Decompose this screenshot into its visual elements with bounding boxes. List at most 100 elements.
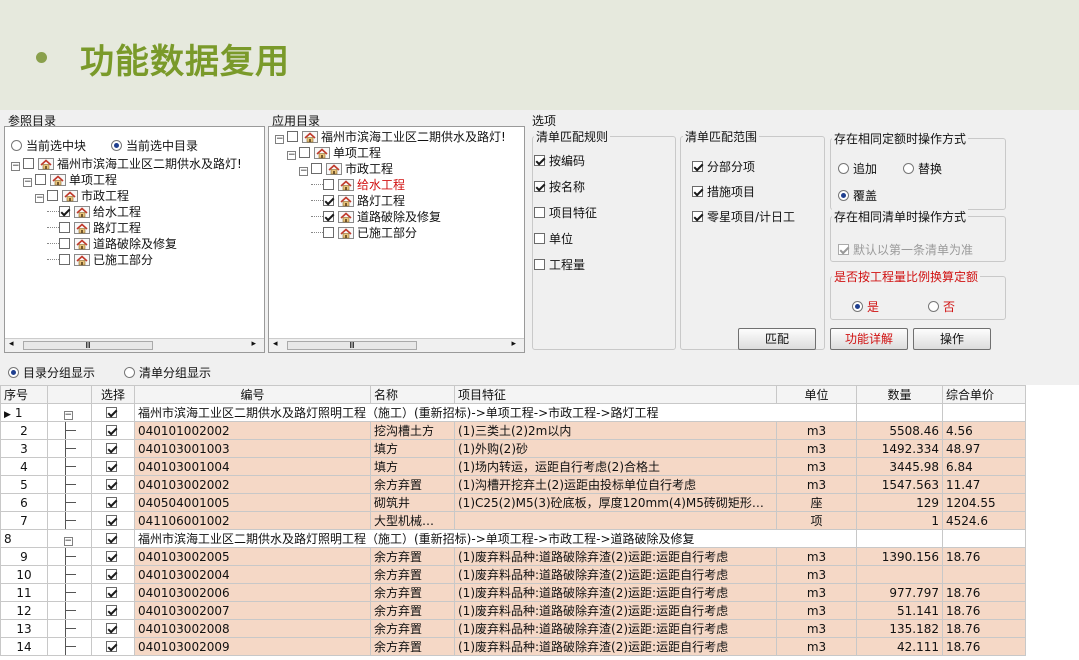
- table-row[interactable]: 4 040103001004 填方 (1)场内转运，运距自行考虑(2)合格土 m3 344…: [0, 457, 1026, 476]
- ref-tree-node[interactable]: − 福州市滨海工业区二期供水及路灯!: [11, 156, 242, 172]
- app-tree-node[interactable]: − 市政工程: [299, 161, 393, 177]
- select-cell[interactable]: [91, 619, 135, 638]
- checkbox-icon[interactable]: [311, 163, 322, 174]
- unit-cell[interactable]: 座: [776, 493, 857, 512]
- unit-cell[interactable]: m3: [776, 583, 857, 602]
- feature-cell[interactable]: (1)废弃料品种:道路破除弃渣(2)运距:运距自行考虑: [454, 583, 777, 602]
- table-row[interactable]: 12 040103002007 余方弃置 (1)废弃料品种:道路破除弃渣(2)运距:运…: [0, 601, 1026, 620]
- feature-cell[interactable]: (1)废弃料品种:道路破除弃渣(2)运距:运距自行考虑: [454, 601, 777, 620]
- cb-unit[interactable]: 单位: [534, 230, 573, 247]
- radio-ratio-no[interactable]: 否: [928, 298, 955, 315]
- unit-cell[interactable]: m3: [776, 439, 857, 458]
- select-cell[interactable]: [91, 547, 135, 566]
- cb-misc-items[interactable]: 零星项目/计日工: [692, 208, 795, 225]
- unit-cell[interactable]: m3: [776, 547, 857, 566]
- tree-cell[interactable]: −: [47, 403, 92, 422]
- code-cell[interactable]: 040103002009: [134, 637, 371, 656]
- app-tree-node[interactable]: 给水工程: [311, 177, 405, 193]
- ref-tree-node[interactable]: − 单项工程: [23, 172, 117, 188]
- feature-cell[interactable]: (1)外购(2)砂: [454, 439, 777, 458]
- qty-cell[interactable]: 1: [856, 511, 943, 530]
- qty-cell[interactable]: 135.182: [856, 619, 943, 638]
- table-row[interactable]: 3 040103001003 填方 (1)外购(2)砂 m3 1492.334 48.97: [0, 439, 1026, 458]
- feature-cell[interactable]: (1)C25(2)M5(3)砼底板，厚度120mm(4)M5砖砌矩形…: [454, 493, 777, 512]
- qty-cell[interactable]: 1390.156: [856, 547, 943, 566]
- checkbox-icon[interactable]: [323, 179, 334, 190]
- checkbox-icon[interactable]: [105, 568, 117, 580]
- code-cell[interactable]: 040103002002: [134, 475, 371, 494]
- code-cell[interactable]: 040103002008: [134, 619, 371, 638]
- price-cell[interactable]: 18.76: [942, 619, 1026, 638]
- code-cell[interactable]: 040103002007: [134, 601, 371, 620]
- price-cell[interactable]: 1204.55: [942, 493, 1026, 512]
- radio-ratio-yes[interactable]: 是: [852, 298, 879, 315]
- select-cell[interactable]: [91, 421, 135, 440]
- collapse-icon[interactable]: −: [63, 536, 73, 546]
- select-cell[interactable]: [91, 637, 135, 656]
- scroll-right-icon[interactable]: ▸: [251, 339, 256, 349]
- radio-append[interactable]: 追加: [838, 160, 877, 177]
- col-qty[interactable]: 数量: [856, 385, 943, 404]
- feature-cell[interactable]: (1)三类土(2)2m以内: [454, 421, 777, 440]
- cb-by-code[interactable]: 按编码: [534, 152, 585, 169]
- feature-cell[interactable]: (1)沟槽开挖弃土(2)运距由投标单位自行考虑: [454, 475, 777, 494]
- app-tree-node[interactable]: 路灯工程: [311, 193, 405, 209]
- feature-cell[interactable]: [454, 511, 777, 530]
- price-cell[interactable]: 48.97: [942, 439, 1026, 458]
- ref-tree-node[interactable]: 给水工程: [47, 204, 141, 220]
- unit-cell[interactable]: 项: [776, 511, 857, 530]
- group-row[interactable]: ▶ 1 − 福州市滨海工业区二期供水及路灯照明工程（施工）(重新招标)->单项工程->…: [0, 403, 1026, 422]
- cb-quantity[interactable]: 工程量: [534, 256, 585, 273]
- table-row[interactable]: 11 040103002006 余方弃置 (1)废弃料品种:道路破除弃渣(2)运距:运…: [0, 583, 1026, 602]
- ref-tree-node[interactable]: 已施工部分: [47, 252, 153, 268]
- checkbox-icon[interactable]: [59, 254, 70, 265]
- col-no[interactable]: 序号: [0, 385, 48, 404]
- table-row[interactable]: 10 040103002004 余方弃置 (1)废弃料品种:道路破除弃渣(2)运距:运…: [0, 565, 1026, 584]
- qty-cell[interactable]: 1547.563: [856, 475, 943, 494]
- code-cell[interactable]: 040103001003: [134, 439, 371, 458]
- match-button[interactable]: 匹配: [738, 328, 816, 350]
- qty-cell[interactable]: 129: [856, 493, 943, 512]
- collapse-icon[interactable]: −: [287, 151, 296, 160]
- name-cell[interactable]: 砌筑井: [370, 493, 455, 512]
- scroll-left-icon[interactable]: ◂: [9, 339, 14, 349]
- ref-tree-node[interactable]: 道路破除及修复: [47, 236, 177, 252]
- code-cell[interactable]: 040101002002: [134, 421, 371, 440]
- cb-by-name[interactable]: 按名称: [534, 178, 585, 195]
- checkbox-icon[interactable]: [105, 478, 117, 490]
- col-name[interactable]: 名称: [370, 385, 455, 404]
- app-tree-node[interactable]: 道路破除及修复: [311, 209, 441, 225]
- name-cell[interactable]: 余方弃置: [370, 565, 455, 584]
- price-cell[interactable]: 18.76: [942, 601, 1026, 620]
- checkbox-icon[interactable]: [105, 424, 117, 436]
- cb-default-first[interactable]: 默认以第一条清单为准: [838, 241, 973, 258]
- radio-replace[interactable]: 替换: [903, 160, 942, 177]
- checkbox-icon[interactable]: [105, 514, 117, 526]
- checkbox-icon[interactable]: [299, 147, 310, 158]
- scroll-left-icon[interactable]: ◂: [273, 339, 278, 349]
- checkbox-icon[interactable]: [323, 227, 334, 238]
- qty-cell[interactable]: 5508.46: [856, 421, 943, 440]
- collapse-icon[interactable]: −: [275, 135, 284, 144]
- price-cell[interactable]: 6.84: [942, 457, 1026, 476]
- name-cell[interactable]: 余方弃置: [370, 619, 455, 638]
- qty-cell[interactable]: 42.111: [856, 637, 943, 656]
- name-cell[interactable]: 余方弃置: [370, 583, 455, 602]
- select-cell[interactable]: [91, 403, 135, 422]
- feature-cell[interactable]: (1)废弃料品种:道路破除弃渣(2)运距:运距自行考虑: [454, 547, 777, 566]
- select-cell[interactable]: [91, 601, 135, 620]
- price-cell[interactable]: 11.47: [942, 475, 1026, 494]
- feature-cell[interactable]: (1)场内转运，运距自行考虑(2)合格土: [454, 457, 777, 476]
- checkbox-icon[interactable]: [105, 550, 117, 562]
- code-cell[interactable]: 040103001004: [134, 457, 371, 476]
- price-cell[interactable]: 18.76: [942, 547, 1026, 566]
- app-h-scrollbar[interactable]: ◂ Ⅲ ▸: [269, 338, 524, 352]
- checkbox-icon[interactable]: [105, 460, 117, 472]
- name-cell[interactable]: 余方弃置: [370, 547, 455, 566]
- collapse-icon[interactable]: −: [35, 194, 44, 203]
- collapse-icon[interactable]: −: [23, 178, 32, 187]
- radio-cover[interactable]: 覆盖: [838, 187, 877, 204]
- select-cell[interactable]: [91, 583, 135, 602]
- code-cell[interactable]: 041106001002: [134, 511, 371, 530]
- col-unit[interactable]: 单位: [776, 385, 857, 404]
